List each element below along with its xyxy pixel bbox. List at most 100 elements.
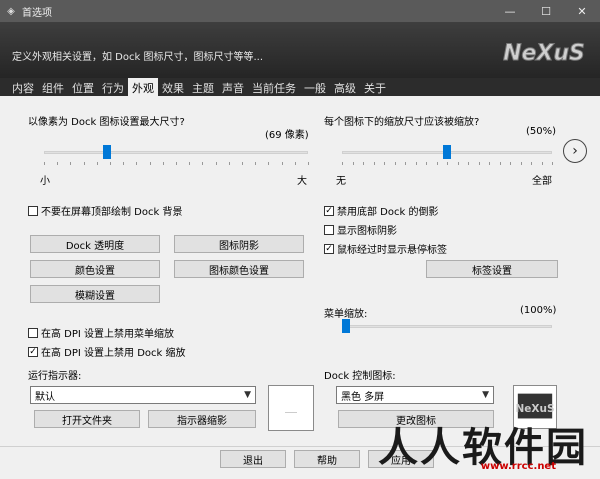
tick-mark xyxy=(242,162,243,165)
checkbox-box[interactable] xyxy=(28,205,38,216)
window-title: 首选项 xyxy=(22,7,52,19)
indicator-effect-button[interactable]: 指示器缩影 xyxy=(148,410,256,428)
show-icon-shadow-checkbox[interactable]: 显示图标阴影 xyxy=(324,222,397,237)
label-settings-button[interactable]: 标签设置 xyxy=(426,260,558,278)
checkbox-label: 显示图标阴影 xyxy=(337,226,397,237)
tick-mark xyxy=(268,162,270,165)
tick-mark xyxy=(57,162,59,165)
tick-mark xyxy=(149,162,151,165)
tab-2[interactable]: 位置 xyxy=(68,78,98,96)
dock-transparency-button[interactable]: Dock 透明度 xyxy=(30,235,160,253)
checkbox-box[interactable] xyxy=(28,327,38,338)
maximize-button[interactable]: ☐ xyxy=(528,0,564,22)
close-dialog-button[interactable]: 退出 xyxy=(220,450,286,468)
tick-mark xyxy=(489,162,490,165)
help-button[interactable]: 帮助 xyxy=(294,450,360,468)
preferences-window: ◈ 首选项 — ☐ ✕ 定义外观相关设置，如 Dock 图标尺寸，图标尺寸等等.… xyxy=(0,0,600,479)
checkbox-label: 在高 DPI 设置上禁用 Dock 缩放 xyxy=(41,348,186,359)
tab-5[interactable]: 效果 xyxy=(158,78,188,96)
tick-mark xyxy=(70,162,72,165)
tab-10[interactable]: 高级 xyxy=(330,78,360,96)
checkbox-box[interactable] xyxy=(324,224,334,235)
menu-zoom-label: 菜单缩放: xyxy=(324,309,368,320)
indicator-preview xyxy=(268,385,314,431)
zoom-slider[interactable] xyxy=(342,145,552,161)
tick-mark xyxy=(436,162,438,165)
icon-size-slider[interactable] xyxy=(44,145,308,161)
running-indicator-label: 运行指示器: xyxy=(28,371,82,382)
running-indicator-select[interactable]: 默认 ▼ xyxy=(30,386,256,404)
dock-control-select[interactable]: 黑色 多屏 ▼ xyxy=(336,386,494,404)
tab-11[interactable]: 关于 xyxy=(360,78,390,96)
tick-mark xyxy=(162,162,164,165)
nexus-logo: NeXuS xyxy=(502,32,586,72)
minimize-button[interactable]: — xyxy=(492,0,528,22)
tick-mark xyxy=(405,162,406,165)
select-value: 默认 xyxy=(35,391,55,403)
hover-label-checkbox[interactable]: ✓ 鼠标经过时显示悬停标签 xyxy=(324,241,447,256)
tick-mark xyxy=(520,162,522,165)
tab-7[interactable]: 声音 xyxy=(218,78,248,96)
close-button[interactable]: ✕ xyxy=(564,0,600,22)
color-settings-button[interactable]: 颜色设置 xyxy=(30,260,160,278)
tick-mark xyxy=(373,162,375,165)
no-top-background-checkbox[interactable]: 不要在屏幕顶部绘制 Dock 背景 xyxy=(28,203,182,218)
checkbox-label: 鼠标经过时显示悬停标签 xyxy=(337,245,447,256)
tick-mark xyxy=(96,162,98,165)
zoom-min-label: 无 xyxy=(336,176,346,187)
icon-size-label: 以像素为 Dock 图标设置最大尺寸? xyxy=(28,117,185,128)
tab-bar: 内容 组件 位置 行为 外观 效果 主题 声音 当前任务 一般 高级 关于 xyxy=(0,78,600,96)
tab-1[interactable]: 组件 xyxy=(38,78,68,96)
disable-bottom-reflection-checkbox[interactable]: ✓ 禁用底部 Dock 的倒影 xyxy=(324,203,438,218)
chevron-down-icon: ▼ xyxy=(482,390,489,400)
icon-reflection-button[interactable]: 图标阴影 xyxy=(174,235,304,253)
tick-mark xyxy=(541,162,543,165)
tick-mark xyxy=(308,162,309,165)
icon-color-settings-button[interactable]: 图标颜色设置 xyxy=(174,260,304,278)
select-value: 黑色 多屏 xyxy=(341,391,385,403)
checkbox-label: 不要在屏幕顶部绘制 Dock 背景 xyxy=(41,207,183,218)
icon-size-value: (69 像素) xyxy=(265,130,309,141)
tick-mark xyxy=(384,162,385,165)
tab-4[interactable]: 外观 xyxy=(128,78,158,96)
chevron-down-icon: ▼ xyxy=(244,390,251,400)
dock-control-label: Dock 控制图标: xyxy=(324,371,396,382)
next-page-button[interactable]: › xyxy=(563,139,587,163)
preview-mark xyxy=(285,412,297,413)
dpi-dock-scaling-checkbox[interactable]: ✓ 在高 DPI 设置上禁用 Dock 缩放 xyxy=(28,344,186,359)
tab-3[interactable]: 行为 xyxy=(98,78,128,96)
tab-6[interactable]: 主题 xyxy=(188,78,218,96)
tick-mark xyxy=(44,162,45,165)
checkbox-box[interactable]: ✓ xyxy=(28,346,38,357)
checkbox-box[interactable]: ✓ xyxy=(324,243,334,254)
slider-thumb[interactable] xyxy=(342,319,350,333)
menu-zoom-slider[interactable] xyxy=(342,319,552,335)
zoom-label: 每个图标下的缩放尺寸应该被缩放? xyxy=(324,117,480,128)
tick-mark xyxy=(394,162,396,165)
tick-mark xyxy=(363,162,364,165)
blur-settings-button[interactable]: 模糊设置 xyxy=(30,285,160,303)
tab-9[interactable]: 一般 xyxy=(300,78,330,96)
header-banner: 定义外观相关设置，如 Dock 图标尺寸，图标尺寸等等... NeXuS xyxy=(0,22,600,78)
tick-mark xyxy=(189,162,191,165)
open-folder-button[interactable]: 打开文件夹 xyxy=(34,410,140,428)
tab-0[interactable]: 内容 xyxy=(8,78,38,96)
site-watermark: 人人软件园 www.rrcc.net xyxy=(352,415,596,477)
tick-mark xyxy=(478,162,480,165)
tab-8[interactable]: 当前任务 xyxy=(248,78,300,96)
slider-thumb[interactable] xyxy=(443,145,451,159)
tick-mark xyxy=(294,162,296,165)
checkbox-box[interactable]: ✓ xyxy=(324,205,334,216)
slider-ticks xyxy=(342,162,553,168)
title-bar: ◈ 首选项 — ☐ ✕ xyxy=(0,0,600,22)
svg-text:NeXuS: NeXuS xyxy=(503,41,585,66)
tick-mark xyxy=(415,162,417,165)
app-icon: ◈ xyxy=(7,5,15,17)
tick-mark xyxy=(228,162,230,165)
slider-thumb[interactable] xyxy=(103,145,112,159)
slider-ticks xyxy=(44,162,309,168)
watermark-url: www.rrcc.net xyxy=(480,461,556,472)
tick-mark xyxy=(552,162,553,165)
dpi-menu-scaling-checkbox[interactable]: 在高 DPI 设置上禁用菜单缩放 xyxy=(28,325,174,340)
tick-mark xyxy=(123,162,125,165)
